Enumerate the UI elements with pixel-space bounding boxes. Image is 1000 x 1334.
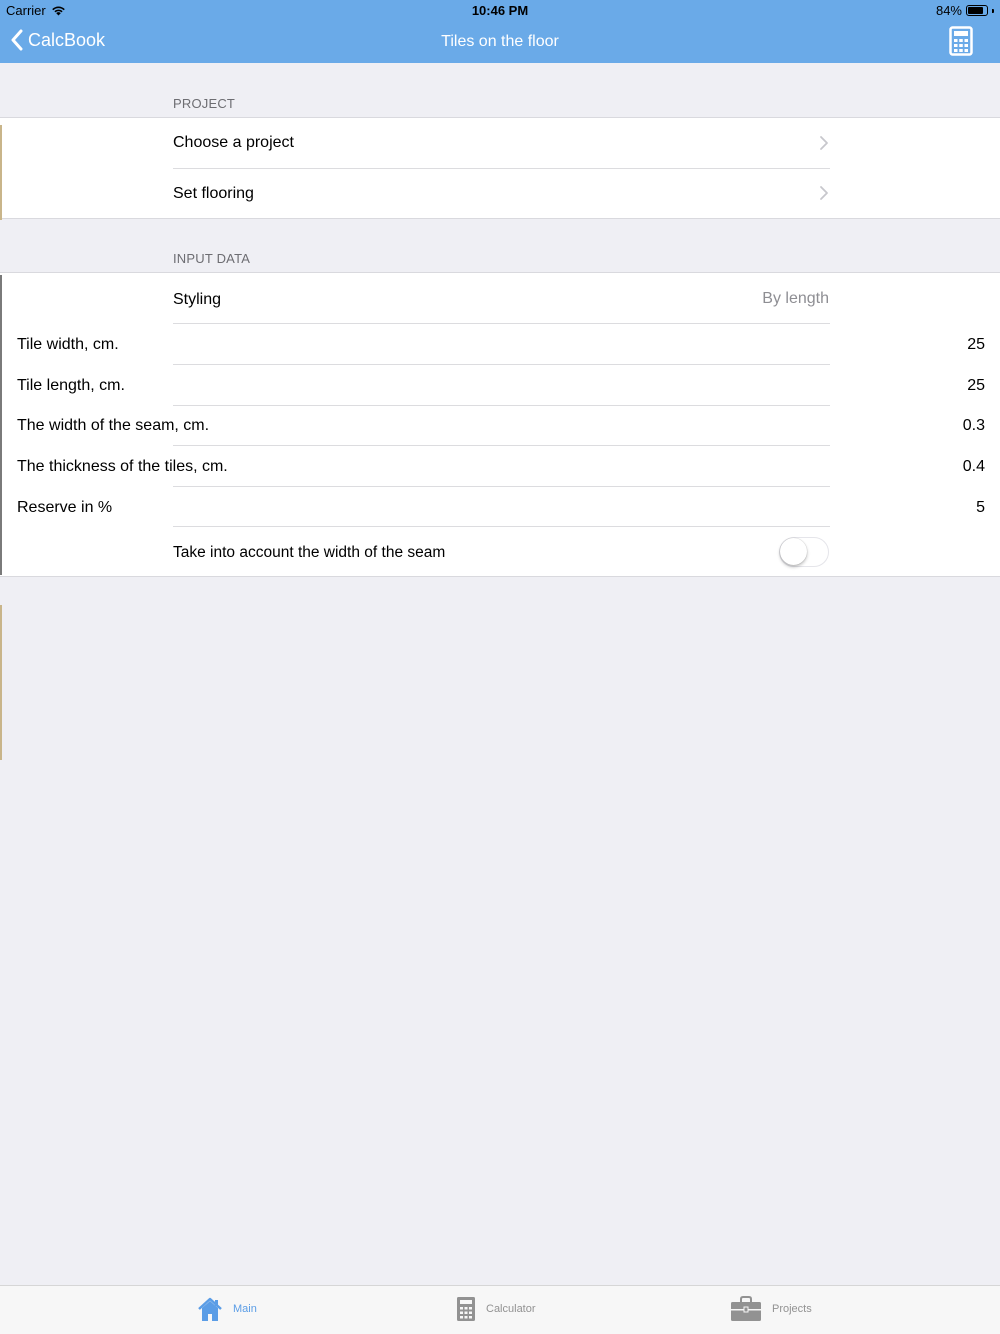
choose-project-row[interactable]: Choose a project (0, 118, 1000, 168)
status-time: 10:46 PM (471, 3, 529, 18)
tab-calculator[interactable]: Calculator (456, 1296, 536, 1322)
chevron-right-icon (820, 186, 828, 200)
tile-length-row[interactable]: Tile length, cm. 25 (0, 365, 1000, 405)
edge-divider (0, 125, 2, 220)
tile-width-label: Tile width, cm. (17, 336, 119, 353)
edge-divider (0, 605, 2, 760)
battery-percent: 84% (935, 3, 962, 18)
choose-project-label: Choose a project (173, 134, 294, 151)
section-header-project: PROJECT (173, 96, 236, 111)
set-flooring-row[interactable]: Set flooring (0, 169, 1000, 219)
styling-value: By length (762, 290, 829, 307)
seam-toggle-row: Take into account the width of the seam (0, 527, 1000, 577)
navigation-bar: Carrier 10:46 PM 84% CalcBook Tiles on t… (0, 0, 1000, 63)
reserve-value[interactable]: 5 (865, 499, 985, 517)
set-flooring-label: Set flooring (173, 185, 254, 202)
page-title: Tiles on the floor (441, 33, 559, 50)
tab-bar: Main Calculator Projects (0, 1285, 1000, 1334)
tile-width-value[interactable]: 25 (865, 336, 985, 354)
tile-length-label: Tile length, cm. (17, 377, 125, 394)
chevron-right-icon (820, 136, 828, 150)
project-group: Choose a project Set flooring (0, 117, 1000, 219)
toggle-knob (780, 538, 807, 565)
seam-width-row[interactable]: The width of the seam, cm. 0.3 (0, 406, 1000, 446)
tab-projects[interactable]: Projects (730, 1296, 812, 1322)
briefcase-icon (731, 1296, 761, 1321)
calculator-icon (949, 26, 973, 56)
tile-length-value[interactable]: 25 (865, 377, 985, 395)
seam-toggle-switch[interactable] (779, 537, 829, 567)
calculator-icon (457, 1297, 475, 1321)
seam-width-label: The width of the seam, cm. (17, 417, 210, 434)
tab-main[interactable]: Main (197, 1296, 257, 1322)
tab-calculator-label: Calculator (486, 1303, 536, 1315)
edge-divider (0, 275, 2, 575)
calculator-button[interactable] (949, 26, 973, 61)
reserve-row[interactable]: Reserve in % 5 (0, 487, 1000, 527)
tile-thickness-row[interactable]: The thickness of the tiles, cm. 0.4 (0, 446, 1000, 486)
battery-icon (966, 5, 988, 16)
seam-width-value[interactable]: 0.3 (865, 417, 985, 435)
styling-label: Styling (173, 291, 222, 308)
styling-row[interactable]: Styling By length (0, 273, 1000, 323)
tile-width-row[interactable]: Tile width, cm. 25 (0, 324, 1000, 364)
reserve-label: Reserve in % (17, 499, 113, 516)
tile-thickness-value[interactable]: 0.4 (865, 458, 985, 476)
tab-projects-label: Projects (772, 1303, 812, 1315)
tab-main-label: Main (233, 1303, 257, 1315)
input-data-group: Styling By length Tile width, cm. 25 Til… (0, 272, 1000, 577)
tile-thickness-label: The thickness of the tiles, cm. (17, 458, 228, 475)
home-icon (198, 1297, 222, 1321)
status-battery: 84% (936, 3, 994, 18)
section-header-input-data: INPUT DATA (173, 251, 251, 266)
seam-toggle-label: Take into account the width of the seam (173, 544, 446, 561)
